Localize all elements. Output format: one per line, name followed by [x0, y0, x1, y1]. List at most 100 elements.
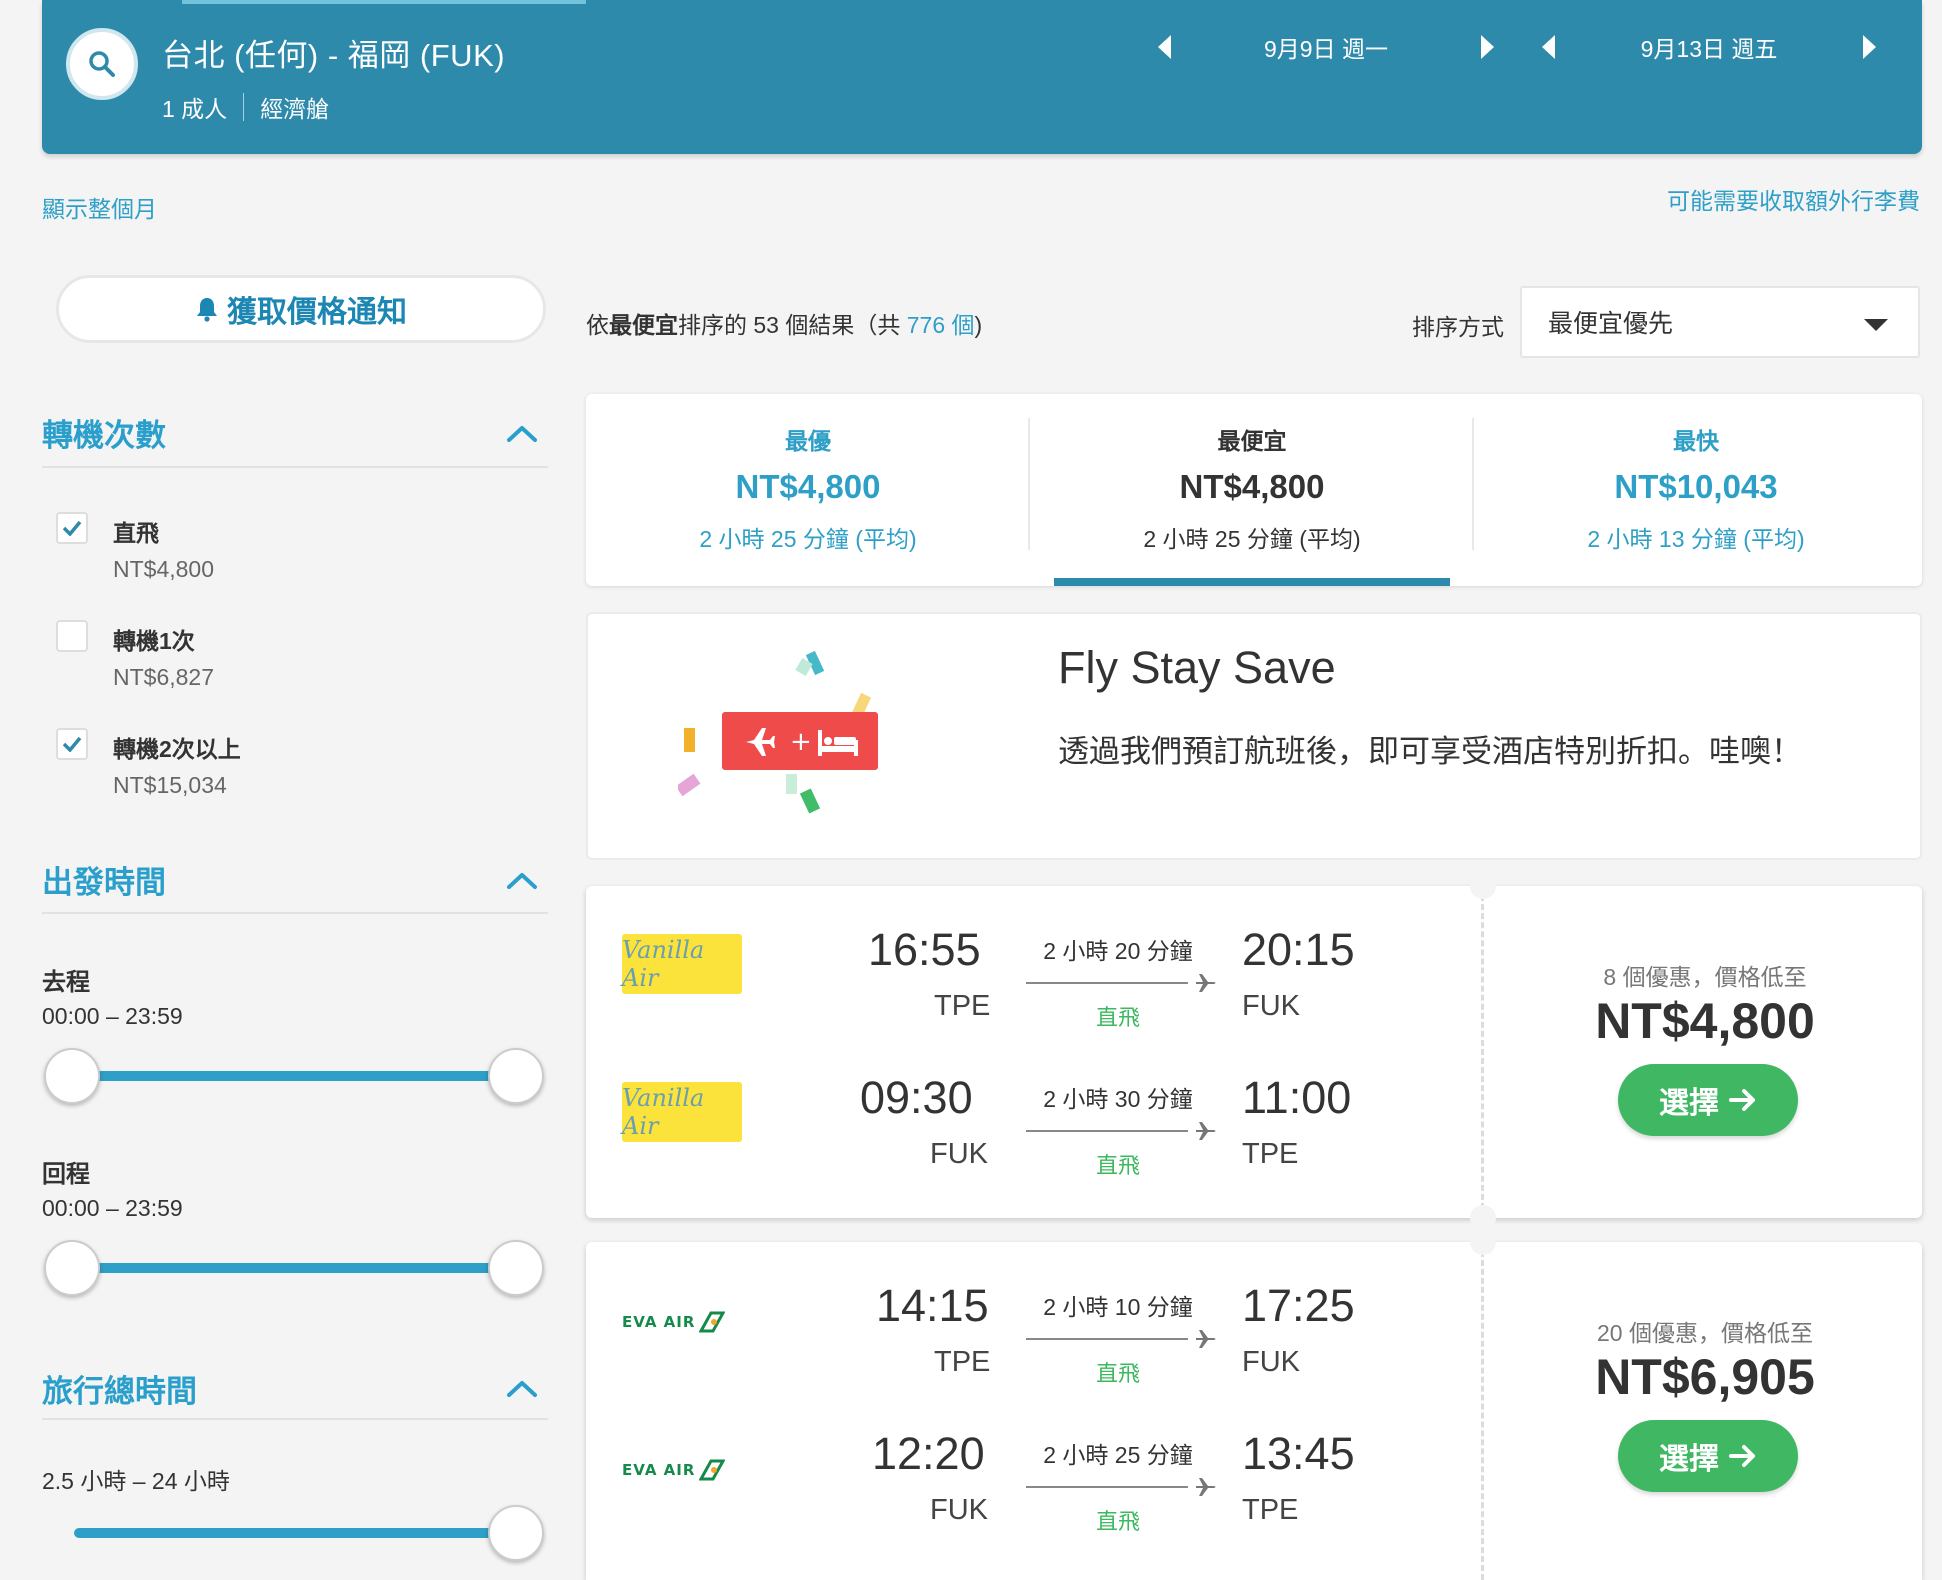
card-notch: [1470, 1205, 1496, 1231]
price: NT$6,905: [1595, 1349, 1815, 1405]
route-title[interactable]: 台北 (任何) - 福岡 (FUK): [162, 30, 505, 75]
tab-fastest-price: NT$10,043: [1614, 468, 1778, 505]
return-min-handle[interactable]: [44, 1240, 100, 1296]
promo-text: 透過我們預訂航班後，即可享受酒店特別折扣。哇噢！: [1058, 734, 1802, 769]
departure-time: 09:30: [860, 1072, 973, 1123]
outbound-min-handle[interactable]: [44, 1048, 100, 1104]
results-prefix: 依: [586, 312, 609, 338]
direct-checkbox[interactable]: [56, 512, 88, 544]
duration-max-handle[interactable]: [488, 1505, 544, 1561]
card-notch: [1470, 1229, 1496, 1255]
flight-result-card[interactable]: Vanilla Air 16:55 TPE 2 小時 20 分鐘 直飛 20:1…: [586, 873, 1922, 1231]
flight-result-card[interactable]: EVA AIR 14:15 TPE 2 小時 10 分鐘 直飛 17:25 FU…: [586, 1229, 1922, 1580]
arrival-time: 13:45: [1242, 1428, 1355, 1479]
departure-time-filter-title[interactable]: 出發時間: [42, 857, 166, 902]
tab-cheapest-duration: 2 小時 25 分鐘 (平均): [1143, 526, 1361, 552]
search-button[interactable]: [66, 28, 138, 100]
tab-best[interactable]: 最優 NT$4,800 2 小時 25 分鐘 (平均): [586, 394, 1030, 586]
prev-return-date-icon[interactable]: [1542, 35, 1555, 59]
stops-filter-title[interactable]: 轉機次數: [42, 410, 166, 455]
eva-air-logo: EVA AIR: [622, 1450, 746, 1490]
eva-air-logo: EVA AIR: [622, 1302, 746, 1342]
eva-logo-mark: [699, 1459, 726, 1481]
arrival-airport: TPE: [1242, 1138, 1299, 1170]
divider: [42, 912, 548, 914]
tab-fastest-label: 最快: [1673, 428, 1719, 454]
tab-best-label: 最優: [785, 428, 831, 454]
outbound-max-handle[interactable]: [488, 1048, 544, 1104]
return-max-handle[interactable]: [488, 1240, 544, 1296]
baggage-fee-link[interactable]: 可能需要收取額外行李費: [1667, 182, 1920, 216]
results-count: 排序的 53 個結果（共: [678, 312, 907, 338]
arrival-time: 17:25: [1242, 1280, 1355, 1331]
price-alert-button[interactable]: 獲取價格通知: [56, 275, 546, 343]
chevron-up-icon[interactable]: [506, 423, 538, 443]
depart-date[interactable]: 9月9日 週一: [1171, 30, 1481, 64]
sort-label: 排序方式: [1412, 314, 1504, 340]
return-label: 回程: [42, 1161, 90, 1188]
card-divider: [1481, 1242, 1484, 1580]
search-icon: [89, 51, 115, 77]
arrow-right-icon: [1729, 1445, 1755, 1467]
duration-filter-title[interactable]: 旅行總時間: [42, 1366, 197, 1411]
direct-price: NT$4,800: [113, 556, 215, 582]
next-depart-date-icon[interactable]: [1481, 35, 1494, 59]
prev-depart-date-icon[interactable]: [1158, 35, 1171, 59]
arrival-time: 11:00: [1242, 1072, 1352, 1123]
check-icon: [62, 736, 82, 752]
tab-fastest[interactable]: 最快 NT$10,043 2 小時 13 分鐘 (平均): [1474, 394, 1918, 586]
price: NT$4,800: [1595, 993, 1815, 1049]
stops-label: 直飛: [1095, 1005, 1140, 1030]
divider: [243, 93, 245, 121]
tab-cheapest-label: 最便宜: [1217, 428, 1287, 454]
tab-cheapest[interactable]: 最便宜 NT$4,800 2 小時 25 分鐘 (平均): [1030, 394, 1474, 586]
select-label: 選擇: [1659, 1087, 1719, 1120]
two-plus-stops-checkbox[interactable]: [56, 728, 88, 760]
one-stop-checkbox[interactable]: [56, 620, 88, 652]
next-return-date-icon[interactable]: [1863, 35, 1876, 59]
divider: [42, 1418, 548, 1420]
flight-line: [1026, 1130, 1188, 1132]
sort-dropdown[interactable]: 最便宜優先: [1520, 286, 1920, 358]
select-button[interactable]: 選擇: [1618, 1420, 1798, 1492]
fly-stay-save-banner[interactable]: + Fly Stay Save 透過我們預訂航班後，即可享受酒店特別折扣。哇噢！: [586, 612, 1922, 860]
duration-range: 2.5 小時 – 24 小時: [42, 1468, 230, 1494]
select-label: 選擇: [1659, 1443, 1719, 1476]
chevron-up-icon[interactable]: [506, 870, 538, 890]
flight-line: [1026, 982, 1188, 984]
results-summary: 依最便宜排序的 53 個結果（共 776 個): [586, 306, 982, 340]
passenger-count: 1 成人: [162, 96, 228, 122]
return-slider-track[interactable]: [72, 1263, 518, 1273]
two-plus-stops-label[interactable]: 轉機2次以上: [113, 730, 241, 764]
return-date[interactable]: 9月13日 週五: [1555, 30, 1863, 64]
flight-duration: 2 小時 25 分鐘: [1043, 1442, 1193, 1468]
outbound-slider-track[interactable]: [72, 1071, 518, 1081]
check-icon: [62, 520, 82, 536]
one-stop-label[interactable]: 轉機1次: [113, 622, 195, 656]
select-button[interactable]: 選擇: [1618, 1064, 1798, 1136]
departure-time: 16:55: [868, 924, 981, 975]
return-range: 00:00 – 23:59: [42, 1195, 183, 1221]
plane-icon: [1196, 1478, 1216, 1496]
chevron-up-icon[interactable]: [506, 1378, 538, 1398]
departure-airport: TPE: [934, 990, 991, 1022]
duration-slider-track[interactable]: [74, 1528, 518, 1538]
trip-details[interactable]: 1 成人 經濟艙: [162, 90, 329, 124]
tab-best-price: NT$4,800: [735, 468, 881, 505]
sort-value: 最便宜優先: [1548, 310, 1674, 338]
depart-date-control: 9月9日 週一: [1158, 30, 1494, 64]
departure-airport: FUK: [930, 1138, 988, 1170]
stops-label: 直飛: [1095, 1153, 1140, 1178]
show-month-link[interactable]: 顯示整個月: [42, 190, 157, 224]
arrival-airport: FUK: [1242, 990, 1300, 1022]
departure-airport: FUK: [930, 1494, 988, 1526]
plane-icon: [1196, 974, 1216, 992]
eva-air-name: EVA AIR: [622, 1313, 696, 1331]
two-plus-stops-price: NT$15,034: [113, 772, 227, 798]
departure-airport: TPE: [934, 1346, 991, 1378]
plane-icon: [1196, 1122, 1216, 1140]
eva-air-name: EVA AIR: [622, 1461, 696, 1479]
results-total-link[interactable]: 776 個: [907, 312, 975, 338]
arrival-airport: TPE: [1242, 1494, 1299, 1526]
direct-label[interactable]: 直飛: [113, 514, 159, 548]
